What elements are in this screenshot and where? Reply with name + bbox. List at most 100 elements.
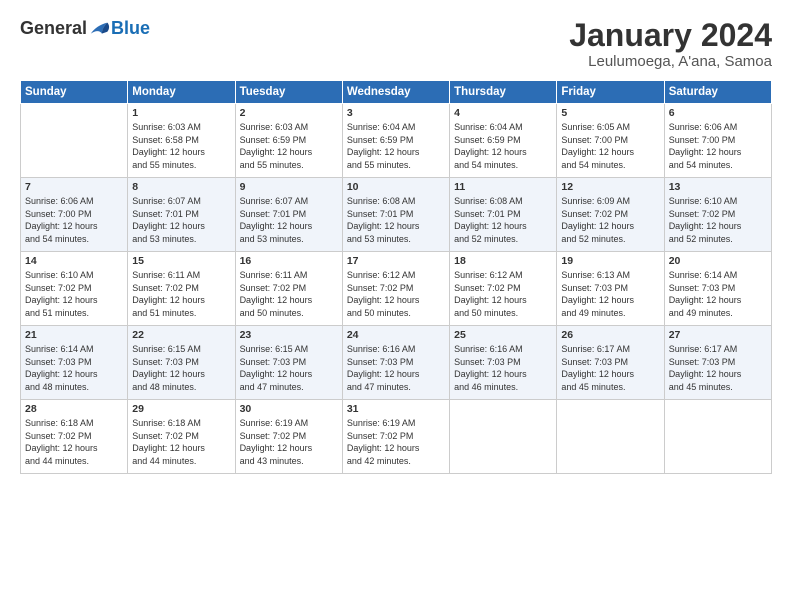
cell-content: Sunrise: 6:18 AM Sunset: 7:02 PM Dayligh… [25,417,123,467]
calendar-cell: 19 Sunrise: 6:13 AM Sunset: 7:03 PM Dayli… [557,252,664,326]
week-row-3: 14Sunrise: 6:10 AM Sunset: 7:02 PM Dayli… [21,252,772,326]
calendar-cell: 5Sunrise: 6:05 AM Sunset: 7:00 PM Daylig… [557,104,664,178]
cell-content: Sunrise: 6:16 AM Sunset: 7:03 PM Dayligh… [347,343,445,393]
calendar-cell [450,400,557,474]
calendar-cell: 30 Sunrise: 6:19 AM Sunset: 7:02 PM Dayli… [235,400,342,474]
calendar-cell: 8 Sunrise: 6:07 AM Sunset: 7:01 PM Daylig… [128,178,235,252]
day-number: 21 [25,329,123,341]
calendar-cell: 21 Sunrise: 6:14 AM Sunset: 7:03 PM Dayli… [21,326,128,400]
week-row-2: 7 Sunrise: 6:06 AM Sunset: 7:00 PM Daylig… [21,178,772,252]
day-number: 28 [25,403,123,415]
calendar-cell: 16 Sunrise: 6:11 AM Sunset: 7:02 PM Dayli… [235,252,342,326]
calendar-cell [664,400,771,474]
calendar-cell: 10 Sunrise: 6:08 AM Sunset: 7:01 PM Dayli… [342,178,449,252]
header-monday: Monday [128,81,235,104]
day-number: 23 [240,329,338,341]
calendar-cell: 17Sunrise: 6:12 AM Sunset: 7:02 PM Dayli… [342,252,449,326]
header-friday: Friday [557,81,664,104]
cell-content: Sunrise: 6:15 AM Sunset: 7:03 PM Dayligh… [132,343,230,393]
day-number: 15 [132,255,230,267]
header: General Blue January 2024 Leulumoega, A'… [20,18,772,70]
calendar-cell: 1 Sunrise: 6:03 AM Sunset: 6:58 PM Daylig… [128,104,235,178]
calendar-cell: 29Sunrise: 6:18 AM Sunset: 7:02 PM Dayli… [128,400,235,474]
day-number: 10 [347,181,445,193]
calendar-cell: 7 Sunrise: 6:06 AM Sunset: 7:00 PM Daylig… [21,178,128,252]
cell-content: Sunrise: 6:07 AM Sunset: 7:01 PM Dayligh… [240,195,338,245]
day-number: 27 [669,329,767,341]
day-number: 24 [347,329,445,341]
header-wednesday: Wednesday [342,81,449,104]
day-number: 7 [25,181,123,193]
calendar-cell: 15 Sunrise: 6:11 AM Sunset: 7:02 PM Dayli… [128,252,235,326]
cell-content: Sunrise: 6:09 AM Sunset: 7:02 PM Dayligh… [561,195,659,245]
day-number: 22 [132,329,230,341]
cell-content: Sunrise: 6:03 AM Sunset: 6:59 PM Dayligh… [240,121,338,171]
calendar-cell: 12 Sunrise: 6:09 AM Sunset: 7:02 PM Dayli… [557,178,664,252]
cell-content: Sunrise: 6:10 AM Sunset: 7:02 PM Dayligh… [669,195,767,245]
day-number: 19 [561,255,659,267]
cell-content: Sunrise: 6:13 AM Sunset: 7:03 PM Dayligh… [561,269,659,319]
cell-content: Sunrise: 6:08 AM Sunset: 7:01 PM Dayligh… [347,195,445,245]
day-number: 9 [240,181,338,193]
calendar-table: SundayMondayTuesdayWednesdayThursdayFrid… [20,80,772,474]
week-row-1: 1 Sunrise: 6:03 AM Sunset: 6:58 PM Daylig… [21,104,772,178]
calendar-cell: 23 Sunrise: 6:15 AM Sunset: 7:03 PM Dayli… [235,326,342,400]
header-sunday: Sunday [21,81,128,104]
logo-text: General Blue [20,18,150,39]
calendar-cell: 22 Sunrise: 6:15 AM Sunset: 7:03 PM Dayli… [128,326,235,400]
cell-content: Sunrise: 6:14 AM Sunset: 7:03 PM Dayligh… [669,269,767,319]
cell-content: Sunrise: 6:08 AM Sunset: 7:01 PM Dayligh… [454,195,552,245]
calendar-cell: 28 Sunrise: 6:18 AM Sunset: 7:02 PM Dayli… [21,400,128,474]
day-number: 5 [561,107,659,119]
cell-content: Sunrise: 6:14 AM Sunset: 7:03 PM Dayligh… [25,343,123,393]
header-tuesday: Tuesday [235,81,342,104]
cell-content: Sunrise: 6:04 AM Sunset: 6:59 PM Dayligh… [347,121,445,171]
cell-content: Sunrise: 6:18 AM Sunset: 7:02 PM Dayligh… [132,417,230,467]
header-thursday: Thursday [450,81,557,104]
logo-blue: Blue [111,18,150,39]
cell-content: Sunrise: 6:17 AM Sunset: 7:03 PM Dayligh… [561,343,659,393]
title-block: January 2024 Leulumoega, A'ana, Samoa [569,18,772,70]
calendar-cell: 24 Sunrise: 6:16 AM Sunset: 7:03 PM Dayli… [342,326,449,400]
calendar-cell: 31Sunrise: 6:19 AM Sunset: 7:02 PM Dayli… [342,400,449,474]
cell-content: Sunrise: 6:11 AM Sunset: 7:02 PM Dayligh… [132,269,230,319]
day-number: 6 [669,107,767,119]
calendar-cell: 18Sunrise: 6:12 AM Sunset: 7:02 PM Dayli… [450,252,557,326]
calendar-cell: 27 Sunrise: 6:17 AM Sunset: 7:03 PM Dayli… [664,326,771,400]
day-number: 12 [561,181,659,193]
cell-content: Sunrise: 6:11 AM Sunset: 7:02 PM Dayligh… [240,269,338,319]
calendar-header-row: SundayMondayTuesdayWednesdayThursdayFrid… [21,81,772,104]
calendar-cell [21,104,128,178]
day-number: 8 [132,181,230,193]
day-number: 25 [454,329,552,341]
day-number: 1 [132,107,230,119]
day-number: 30 [240,403,338,415]
day-number: 26 [561,329,659,341]
cell-content: Sunrise: 6:07 AM Sunset: 7:01 PM Dayligh… [132,195,230,245]
day-number: 3 [347,107,445,119]
day-number: 11 [454,181,552,193]
day-number: 13 [669,181,767,193]
cell-content: Sunrise: 6:03 AM Sunset: 6:58 PM Dayligh… [132,121,230,171]
logo: General Blue [20,18,150,39]
cell-content: Sunrise: 6:12 AM Sunset: 7:02 PM Dayligh… [347,269,445,319]
calendar-cell: 2Sunrise: 6:03 AM Sunset: 6:59 PM Daylig… [235,104,342,178]
cell-content: Sunrise: 6:17 AM Sunset: 7:03 PM Dayligh… [669,343,767,393]
cell-content: Sunrise: 6:06 AM Sunset: 7:00 PM Dayligh… [25,195,123,245]
calendar-cell: 6 Sunrise: 6:06 AM Sunset: 7:00 PM Daylig… [664,104,771,178]
cell-content: Sunrise: 6:15 AM Sunset: 7:03 PM Dayligh… [240,343,338,393]
page: General Blue January 2024 Leulumoega, A'… [0,0,792,612]
calendar-cell: 25Sunrise: 6:16 AM Sunset: 7:03 PM Dayli… [450,326,557,400]
calendar-cell: 13 Sunrise: 6:10 AM Sunset: 7:02 PM Dayli… [664,178,771,252]
calendar-subtitle: Leulumoega, A'ana, Samoa [569,53,772,70]
calendar-cell: 9 Sunrise: 6:07 AM Sunset: 7:01 PM Daylig… [235,178,342,252]
calendar-cell: 4Sunrise: 6:04 AM Sunset: 6:59 PM Daylig… [450,104,557,178]
logo-general: General [20,18,87,39]
day-number: 16 [240,255,338,267]
week-row-5: 28 Sunrise: 6:18 AM Sunset: 7:02 PM Dayli… [21,400,772,474]
cell-content: Sunrise: 6:06 AM Sunset: 7:00 PM Dayligh… [669,121,767,171]
calendar-cell: 3 Sunrise: 6:04 AM Sunset: 6:59 PM Daylig… [342,104,449,178]
cell-content: Sunrise: 6:19 AM Sunset: 7:02 PM Dayligh… [240,417,338,467]
calendar-cell [557,400,664,474]
week-row-4: 21 Sunrise: 6:14 AM Sunset: 7:03 PM Dayli… [21,326,772,400]
